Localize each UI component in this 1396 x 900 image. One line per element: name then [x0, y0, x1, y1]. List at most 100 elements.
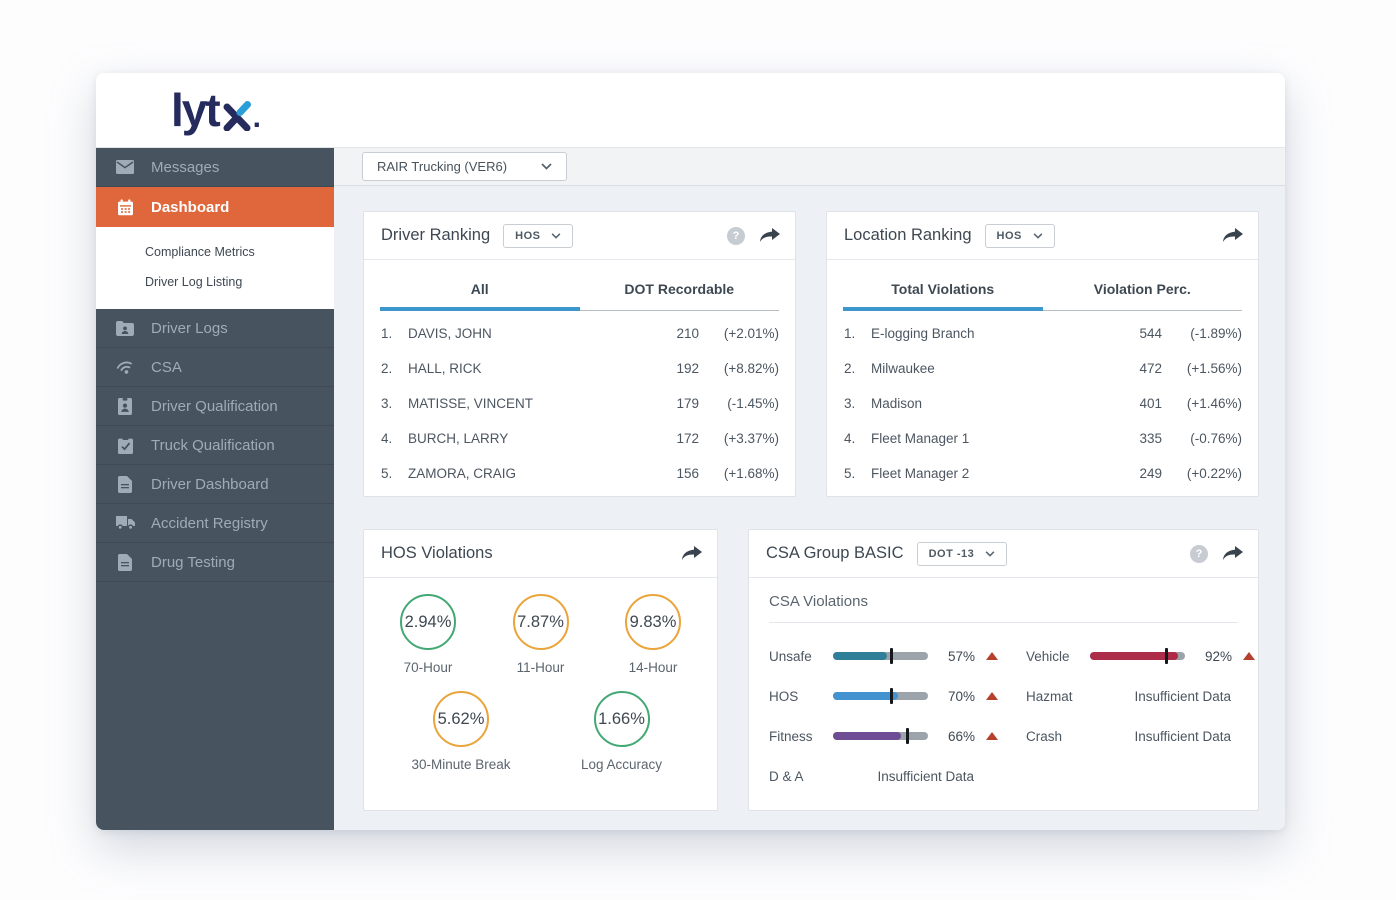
- table-row: 5. Fleet Manager 2 249 (+0.22%): [844, 466, 1242, 481]
- sidebar-item-label: Driver Dashboard: [151, 475, 269, 493]
- location-ranking-filter[interactable]: HOS: [984, 223, 1055, 248]
- sidebar-item-truck-qualification[interactable]: Truck Qualification: [96, 426, 334, 465]
- driver-ranking-tabs: All DOT Recordable: [380, 260, 779, 311]
- csa-metric-hos: HOS 70%: [769, 676, 998, 716]
- trend-up-icon: [986, 652, 998, 660]
- sidebar-item-driver-qualification[interactable]: Driver Qualification: [96, 387, 334, 426]
- table-row: 4. Fleet Manager 1 335 (-0.76%): [844, 431, 1242, 446]
- metric-circle: 9.83%: [625, 594, 681, 650]
- csa-group-title: CSA Group BASIC: [766, 544, 904, 562]
- sidebar-item-messages[interactable]: Messages: [96, 148, 334, 187]
- question-icon[interactable]: ?: [1190, 544, 1208, 563]
- hos-metric-log-accuracy: 1.66% Log Accuracy: [574, 691, 670, 772]
- document-icon: [115, 475, 135, 493]
- hos-metric-70-hour: 2.94% 70-Hour: [380, 594, 476, 675]
- envelope-icon: [115, 160, 135, 174]
- table-row: 5. ZAMORA, CRAIG 156 (+1.68%): [381, 466, 779, 481]
- sidebar-item-label: Driver Qualification: [151, 397, 278, 415]
- sidebar-subitem-compliance-metrics[interactable]: Compliance Metrics: [96, 237, 334, 267]
- clipboard-check-icon: [115, 436, 135, 454]
- csa-metric-d-and-a: D & A Insufficient Data: [769, 756, 998, 796]
- csa-group-filter[interactable]: DOT -13: [916, 541, 1008, 566]
- app-window: lyt . Messages Dashboard Compliance Metr…: [96, 73, 1285, 830]
- sidebar-item-driver-logs[interactable]: Driver Logs: [96, 309, 334, 348]
- csa-right-column: Vehicle 92% Hazmat Insufficient Data Cra…: [1026, 636, 1255, 796]
- trend-up-icon: [1243, 652, 1255, 660]
- sidebar-item-label: Dashboard: [151, 198, 230, 216]
- csa-bar: [833, 648, 928, 664]
- share-forward-icon[interactable]: [1221, 227, 1243, 244]
- account-selector[interactable]: RAIR Trucking (VER6): [362, 152, 567, 181]
- question-icon[interactable]: ?: [727, 226, 745, 245]
- document-icon: [115, 553, 135, 571]
- table-row: 3. Madison 401 (+1.46%): [844, 396, 1242, 411]
- hos-metric-30-minute-break: 5.62% 30-Minute Break: [411, 691, 511, 772]
- sidebar-item-label: Drug Testing: [151, 553, 235, 571]
- threshold-marker: [889, 648, 893, 664]
- threshold-marker: [1165, 648, 1168, 664]
- calendar-icon: [115, 198, 135, 216]
- csa-bar: [833, 688, 928, 704]
- chevron-down-icon: [552, 232, 561, 239]
- sidebar: Messages Dashboard Compliance Metrics Dr…: [96, 148, 334, 830]
- table-row: 2. HALL, RICK 192 (+8.82%): [381, 361, 779, 376]
- hos-violations-title: HOS Violations: [381, 544, 493, 562]
- sidebar-item-label: Driver Logs: [151, 319, 228, 337]
- tab-all[interactable]: All: [380, 260, 580, 311]
- logo-dot: .: [252, 101, 261, 134]
- logo-text: lyt: [170, 84, 221, 136]
- threshold-marker: [889, 688, 893, 704]
- sidebar-item-label: Accident Registry: [151, 514, 268, 532]
- threshold-marker: [906, 728, 910, 744]
- app-header: lyt .: [96, 73, 1285, 148]
- sidebar-item-label: Truck Qualification: [151, 436, 275, 454]
- csa-metric-hazmat: Hazmat Insufficient Data: [1026, 676, 1255, 716]
- trend-up-icon: [986, 692, 998, 700]
- sidebar-item-accident-registry[interactable]: Accident Registry: [96, 504, 334, 543]
- share-forward-icon[interactable]: [1221, 545, 1243, 562]
- dashboard-content: Driver Ranking HOS ? All DOT Recordable …: [334, 186, 1285, 830]
- location-ranking-tabs: Total Violations Violation Perc.: [843, 260, 1242, 311]
- csa-bar: [833, 728, 928, 744]
- csa-metric-fitness: Fitness 66%: [769, 716, 998, 756]
- table-row: 1. E-logging Branch 544 (-1.89%): [844, 326, 1242, 341]
- sidebar-item-label: Messages: [151, 158, 220, 176]
- table-row: 3. MATISSE, VINCENT 179 (-1.45%): [381, 396, 779, 411]
- insufficient-data-text: Insufficient Data: [1134, 688, 1231, 704]
- metric-circle: 2.94%: [400, 594, 456, 650]
- chevron-down-icon: [541, 163, 552, 170]
- sidebar-item-dashboard[interactable]: Dashboard: [96, 187, 334, 227]
- csa-metric-unsafe: Unsafe 57%: [769, 636, 998, 676]
- location-ranking-title: Location Ranking: [844, 226, 972, 244]
- share-forward-icon[interactable]: [680, 545, 702, 562]
- sidebar-item-driver-dashboard[interactable]: Driver Dashboard: [96, 465, 334, 504]
- share-forward-icon[interactable]: [758, 227, 780, 244]
- driver-ranking-card: Driver Ranking HOS ? All DOT Recordable …: [363, 211, 796, 497]
- metric-circle: 1.66%: [593, 691, 650, 747]
- location-ranking-list: 1. E-logging Branch 544 (-1.89%) 2. Milw…: [827, 311, 1258, 491]
- hos-violations-body: 2.94% 70-Hour 7.87% 11-Hour 9.83% 14-Hou…: [364, 578, 717, 772]
- driver-ranking-list: 1. DAVIS, JOHN 210 (+2.01%) 2. HALL, RIC…: [364, 311, 795, 491]
- csa-bar: [1090, 648, 1185, 664]
- folder-user-icon: [115, 320, 135, 336]
- sidebar-subitem-driver-log-listing[interactable]: Driver Log Listing: [96, 267, 334, 297]
- table-row: 4. BURCH, LARRY 172 (+3.37%): [381, 431, 779, 446]
- id-badge-icon: [115, 397, 135, 415]
- table-row: 2. Milwaukee 472 (+1.56%): [844, 361, 1242, 376]
- sidebar-item-label: CSA: [151, 358, 182, 376]
- tab-dot-recordable[interactable]: DOT Recordable: [579, 260, 780, 311]
- sidebar-item-csa[interactable]: CSA: [96, 348, 334, 387]
- chevron-down-icon: [985, 550, 995, 557]
- sidebar-item-drug-testing[interactable]: Drug Testing: [96, 543, 334, 582]
- chevron-down-icon: [1033, 232, 1043, 239]
- tab-violation-perc[interactable]: Violation Perc.: [1042, 260, 1243, 311]
- csa-group-basic-card: CSA Group BASIC DOT -13 ? CSA Violations: [748, 529, 1259, 811]
- location-ranking-card: Location Ranking HOS Total Violations Vi…: [826, 211, 1259, 497]
- logo: lyt .: [96, 87, 334, 133]
- insufficient-data-text: Insufficient Data: [1134, 728, 1231, 744]
- tab-total-violations[interactable]: Total Violations: [843, 260, 1043, 311]
- logo-x-icon: [223, 101, 251, 131]
- driver-ranking-filter[interactable]: HOS: [503, 223, 574, 248]
- dashboard-submenu: Compliance Metrics Driver Log Listing: [96, 227, 334, 309]
- signal-icon: [113, 357, 137, 377]
